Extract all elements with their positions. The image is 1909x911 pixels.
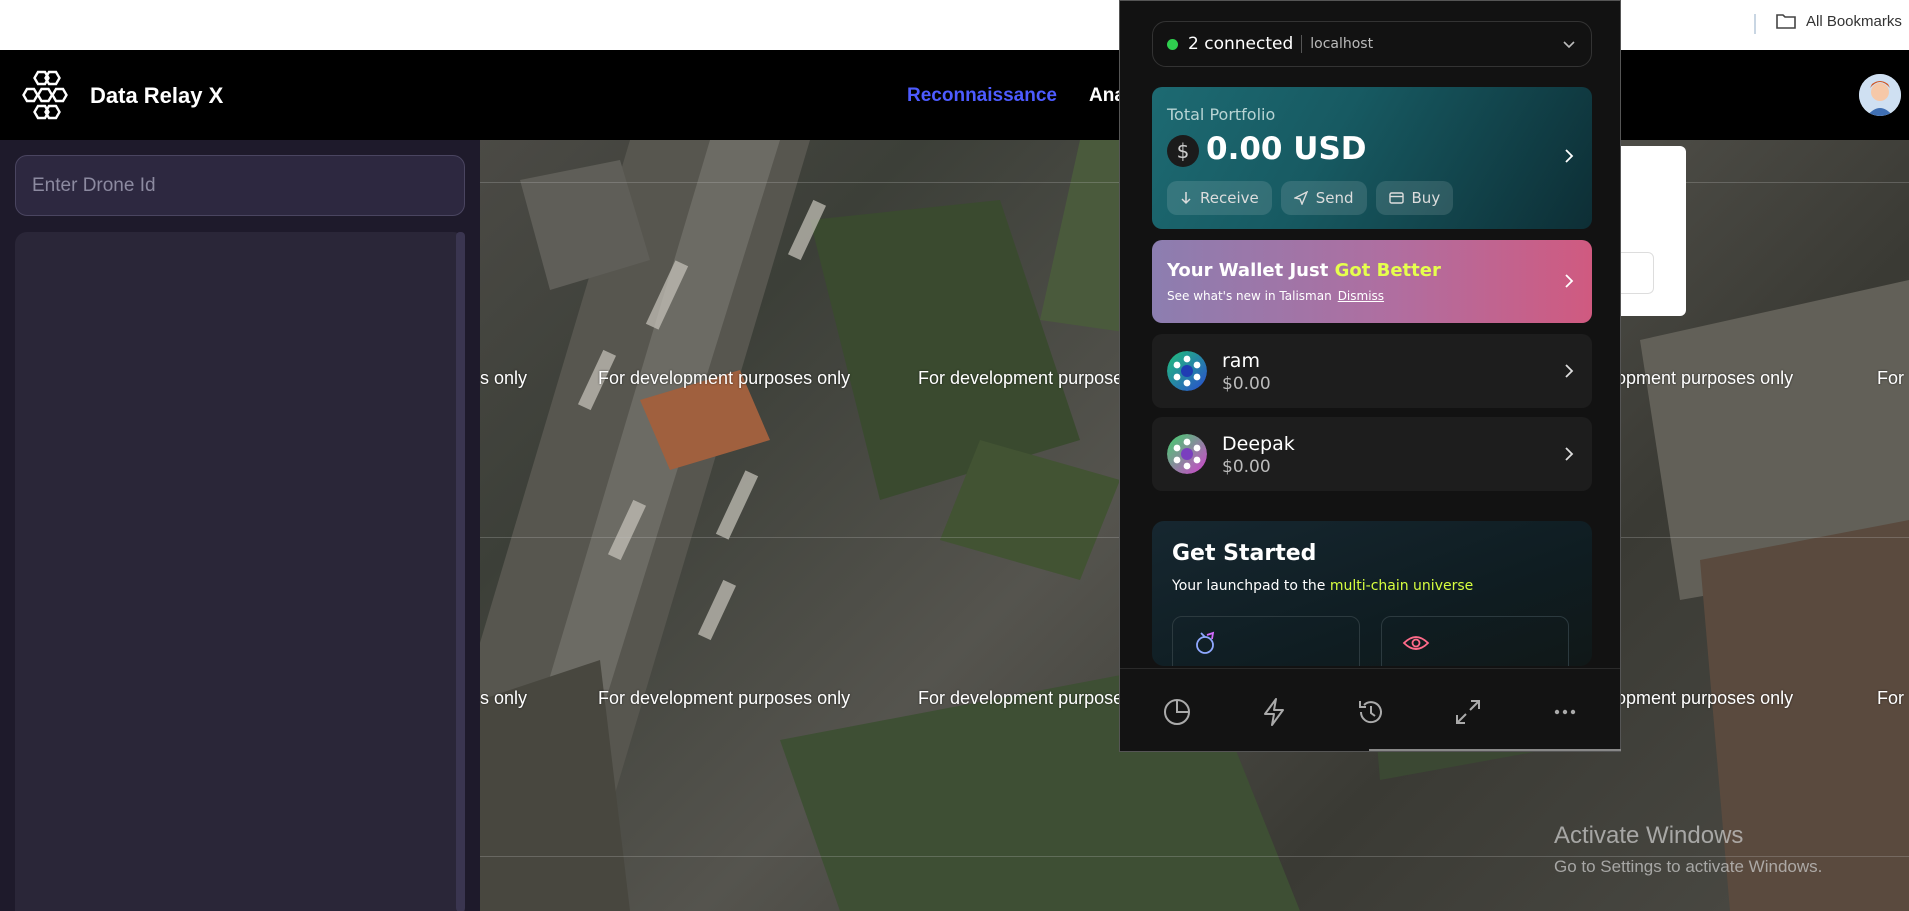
account-row-deepak[interactable]: Deepak $0.00 (1152, 417, 1592, 491)
drone-id-input[interactable] (15, 155, 465, 216)
promo-title: Your Wallet Just Got Better (1167, 260, 1441, 281)
account-row-ram[interactable]: ram $0.00 (1152, 334, 1592, 408)
portfolio-actions: Receive Send Buy (1167, 181, 1454, 215)
send-icon (1293, 191, 1308, 205)
connection-status-dot (1167, 38, 1178, 50)
buy-label: Buy (1411, 189, 1441, 207)
user-avatar[interactable] (1859, 74, 1901, 116)
map-info-popup (1620, 146, 1686, 316)
map-watermark: elopment purposes only (1602, 688, 1794, 708)
chevron-right-icon (1565, 274, 1574, 288)
import-wallet-icon (1196, 631, 1215, 654)
bookmark-separator (1754, 14, 1756, 34)
map-watermark: For (1877, 688, 1904, 708)
map-watermark: For development purposes (918, 688, 1133, 708)
map-watermark: For development purposes only (598, 688, 851, 708)
avatar-illustration (1859, 74, 1901, 116)
connection-count: 2 connected (1188, 34, 1294, 54)
promo-title-highlight: Got Better (1334, 260, 1441, 281)
map-watermark: For development purposes only (598, 368, 851, 388)
promo-subtitle-text: See what's new in Talisman (1167, 289, 1332, 303)
account-name: ram (1222, 350, 1260, 372)
account-avatar-icon (1167, 351, 1207, 391)
get-started-title: Get Started (1172, 541, 1317, 566)
app-header: Data Relay X Reconnaissance Ana (0, 50, 1909, 140)
dollar-coin-icon: $ (1167, 135, 1199, 167)
portfolio-value: 0.00 USD (1206, 131, 1367, 167)
chevron-right-icon (1565, 149, 1574, 163)
map-watermark: s only (480, 368, 528, 388)
get-started-card-watch[interactable] (1381, 616, 1569, 666)
receive-button[interactable]: Receive (1167, 181, 1272, 215)
map-watermark: elopment purposes only (1602, 368, 1794, 388)
account-name: Deepak (1222, 433, 1295, 455)
chevron-down-icon (1563, 41, 1575, 49)
portfolio-label: Total Portfolio (1167, 105, 1276, 124)
activate-windows-subtitle: Go to Settings to activate Windows. (1554, 857, 1823, 876)
connection-host: localhost (1310, 36, 1374, 52)
drone-list (15, 232, 465, 911)
app-title: Data Relay X (90, 83, 224, 108)
browser-toolbar: All Bookmarks (0, 0, 1909, 50)
history-icon[interactable] (1356, 697, 1386, 727)
wallet-promo-banner[interactable]: Your Wallet Just Got Better See what's n… (1152, 240, 1592, 323)
activate-windows-title: Activate Windows (1554, 822, 1744, 849)
quick-actions-bolt-icon[interactable] (1259, 697, 1289, 727)
get-started-subtitle-highlight: multi-chain universe (1329, 578, 1474, 594)
map-watermark: For development purposes (918, 368, 1133, 388)
promo-dismiss-link[interactable]: Dismiss (1338, 289, 1384, 303)
account-avatar-icon (1167, 434, 1207, 474)
expand-icon[interactable] (1453, 697, 1483, 727)
more-icon[interactable] (1550, 697, 1580, 727)
buy-button[interactable]: Buy (1375, 181, 1454, 215)
card-icon (1388, 192, 1404, 204)
chevron-right-icon (1565, 364, 1574, 378)
arrow-down-icon (1181, 192, 1191, 205)
get-started-subtitle: Your launchpad to the multi-chain univer… (1172, 578, 1473, 594)
connection-selector[interactable]: 2 connected localhost (1152, 21, 1592, 67)
connection-divider (1301, 35, 1303, 53)
get-started-section: Get Started Your launchpad to the multi-… (1152, 521, 1592, 666)
footer-scroll-indicator (1369, 749, 1621, 751)
wallet-extension-popup: 2 connected localhost Total Portfolio $ … (1119, 0, 1621, 752)
promo-subtitle: See what's new in Talisman Dismiss (1167, 289, 1384, 303)
send-label: Send (1315, 189, 1354, 207)
chevron-right-icon (1565, 447, 1574, 461)
all-bookmarks-label: All Bookmarks (1806, 12, 1902, 30)
portfolio-pie-icon[interactable] (1162, 697, 1192, 727)
wallet-footer-nav (1120, 668, 1621, 751)
get-started-subtitle-prefix: Your launchpad to the (1172, 578, 1330, 594)
map-popup-field[interactable] (1620, 252, 1654, 294)
folder-icon (1776, 14, 1796, 29)
eye-icon (1402, 636, 1430, 650)
get-started-card-import[interactable] (1172, 616, 1360, 666)
hexagon-cluster-logo (22, 70, 68, 120)
drone-sidebar (0, 140, 480, 911)
nav-reconnaissance[interactable]: Reconnaissance (907, 85, 1057, 107)
map-watermark: s only (480, 688, 528, 708)
promo-title-prefix: Your Wallet Just (1167, 260, 1335, 281)
all-bookmarks-button[interactable]: All Bookmarks (1776, 12, 1902, 30)
receive-label: Receive (1200, 189, 1259, 207)
account-balance: $0.00 (1222, 457, 1271, 477)
send-button[interactable]: Send (1280, 181, 1367, 215)
map-watermark: For (1877, 368, 1904, 388)
drone-list-scrollbar[interactable] (456, 232, 465, 911)
account-balance: $0.00 (1222, 374, 1271, 394)
total-portfolio-card[interactable]: Total Portfolio $ 0.00 USD Receive Send … (1152, 87, 1592, 229)
